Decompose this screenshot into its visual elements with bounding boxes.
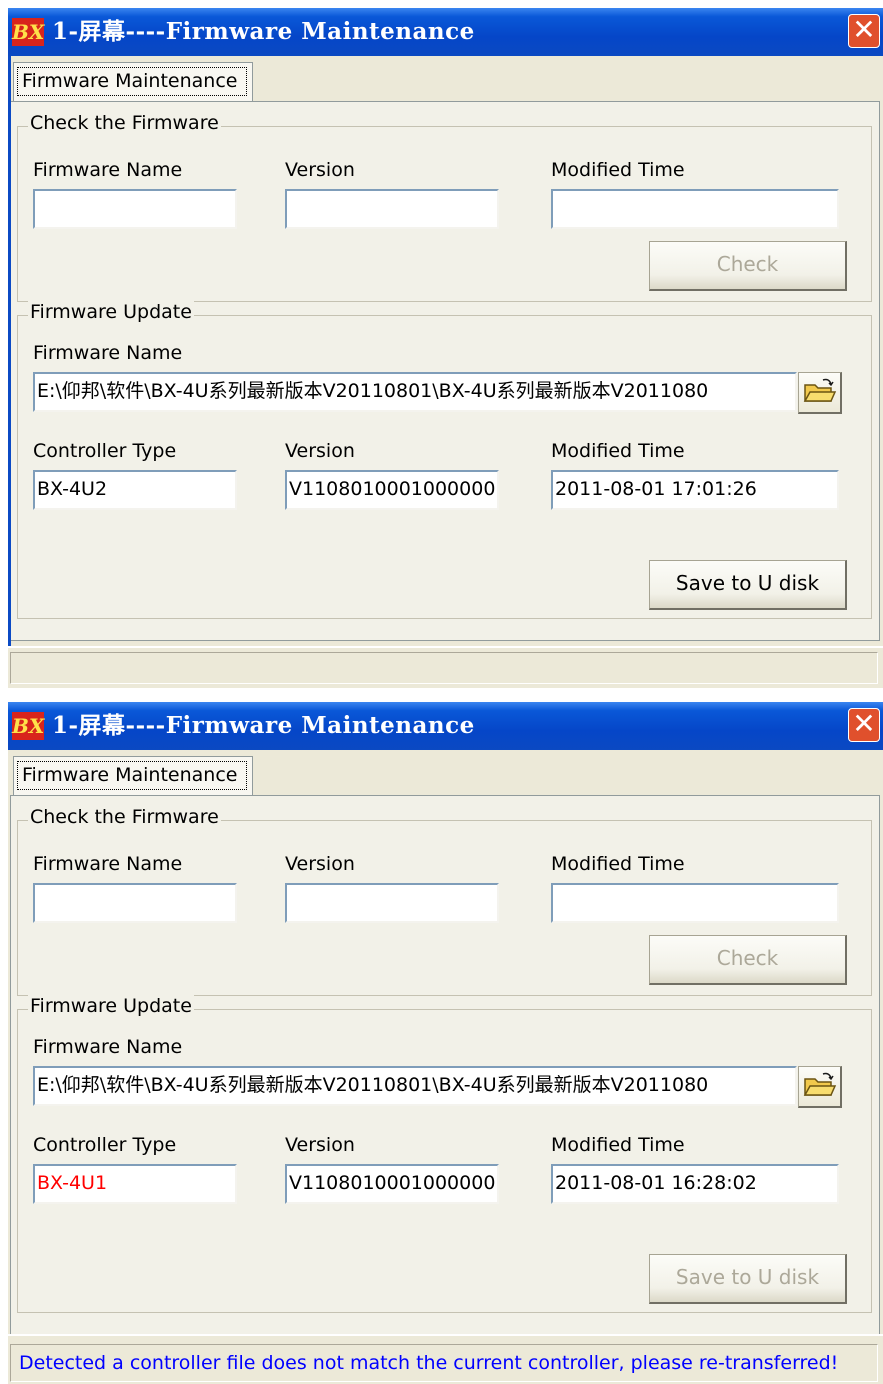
check-modified-time-field[interactable] <box>551 883 839 923</box>
save-to-u-disk-button[interactable]: Save to U disk <box>649 1254 847 1304</box>
status-message <box>10 652 878 684</box>
check-firmware-name-field[interactable] <box>33 189 237 229</box>
update-version-field[interactable]: V1108010001000000 <box>285 1164 499 1204</box>
firmware-name-label: Firmware Name <box>33 853 183 875</box>
firmware-name-label: Firmware Name <box>33 342 183 364</box>
check-button[interactable]: Check <box>649 241 847 291</box>
window-title: 1-屏幕----Firmware Maintenance <box>52 712 475 739</box>
close-button[interactable]: ✕ <box>848 14 880 48</box>
check-version-field[interactable] <box>285 883 499 923</box>
firmware-path-field[interactable]: E:\仰邦\软件\BX-4U系列最新版本V20110801\BX-4U系列最新版… <box>33 372 797 412</box>
update-version-field[interactable]: V1108010001000000 <box>285 470 499 510</box>
group-legend: Firmware Update <box>28 995 194 1017</box>
modified-time-label: Modified Time <box>551 440 685 462</box>
app-logo-icon: BX <box>12 18 45 46</box>
check-version-field[interactable] <box>285 189 499 229</box>
firmware-name-label: Firmware Name <box>33 159 183 181</box>
version-label: Version <box>285 853 355 875</box>
window-title: 1-屏幕----Firmware Maintenance <box>52 18 475 45</box>
modified-time-label: Modified Time <box>551 1134 685 1156</box>
controller-type-field[interactable]: BX-4U2 <box>33 470 237 510</box>
firmware-update-group: Firmware Update Firmware Name E:\仰邦\软件\B… <box>17 301 872 619</box>
tab-firmware-maintenance[interactable]: Firmware Maintenance <box>13 756 253 796</box>
status-bar: Detected a controller file does not matc… <box>8 1334 883 1384</box>
update-modified-time-field[interactable]: 2011-08-01 16:28:02 <box>551 1164 839 1204</box>
app-logo-icon: BX <box>12 712 45 740</box>
version-label: Version <box>285 440 355 462</box>
firmware-path-field[interactable]: E:\仰邦\软件\BX-4U系列最新版本V20110801\BX-4U系列最新版… <box>33 1066 797 1106</box>
close-button[interactable]: ✕ <box>848 708 880 742</box>
version-label: Version <box>285 159 355 181</box>
controller-type-label: Controller Type <box>33 1134 177 1156</box>
group-legend: Firmware Update <box>28 301 194 323</box>
tab-label: Firmware Maintenance <box>17 67 247 96</box>
firmware-name-label: Firmware Name <box>33 1036 183 1058</box>
browse-button[interactable] <box>798 1066 842 1108</box>
group-legend: Check the Firmware <box>28 112 221 134</box>
tab-panel: Check the Firmware Firmware Name Version… <box>10 795 880 1335</box>
title-bar[interactable]: BX 1-屏幕----Firmware Maintenance ✕ <box>8 8 883 56</box>
window-border <box>8 56 11 646</box>
firmware-window-1: BX 1-屏幕----Firmware Maintenance ✕ Firmwa… <box>8 8 883 688</box>
browse-button[interactable] <box>798 372 842 414</box>
controller-type-field[interactable]: BX-4U1 <box>33 1164 237 1204</box>
check-firmware-name-field[interactable] <box>33 883 237 923</box>
open-folder-icon <box>803 1072 837 1096</box>
status-message: Detected a controller file does not matc… <box>10 1344 878 1382</box>
open-folder-icon <box>803 378 837 402</box>
firmware-update-group: Firmware Update Firmware Name E:\仰邦\软件\B… <box>17 995 872 1313</box>
controller-type-label: Controller Type <box>33 440 177 462</box>
group-legend: Check the Firmware <box>28 806 221 828</box>
check-button[interactable]: Check <box>649 935 847 985</box>
tab-firmware-maintenance[interactable]: Firmware Maintenance <box>13 62 253 102</box>
status-bar <box>8 646 883 688</box>
save-to-u-disk-button[interactable]: Save to U disk <box>649 560 847 610</box>
tab-panel: Check the Firmware Firmware Name Version… <box>10 101 880 641</box>
version-label: Version <box>285 1134 355 1156</box>
update-modified-time-field[interactable]: 2011-08-01 17:01:26 <box>551 470 839 510</box>
firmware-window-2: BX 1-屏幕----Firmware Maintenance ✕ Firmwa… <box>8 702 883 1384</box>
modified-time-label: Modified Time <box>551 159 685 181</box>
modified-time-label: Modified Time <box>551 853 685 875</box>
check-firmware-group: Check the Firmware Firmware Name Version… <box>17 112 872 302</box>
check-firmware-group: Check the Firmware Firmware Name Version… <box>17 806 872 996</box>
check-modified-time-field[interactable] <box>551 189 839 229</box>
tab-label: Firmware Maintenance <box>17 761 247 790</box>
title-bar[interactable]: BX 1-屏幕----Firmware Maintenance ✕ <box>8 702 883 750</box>
